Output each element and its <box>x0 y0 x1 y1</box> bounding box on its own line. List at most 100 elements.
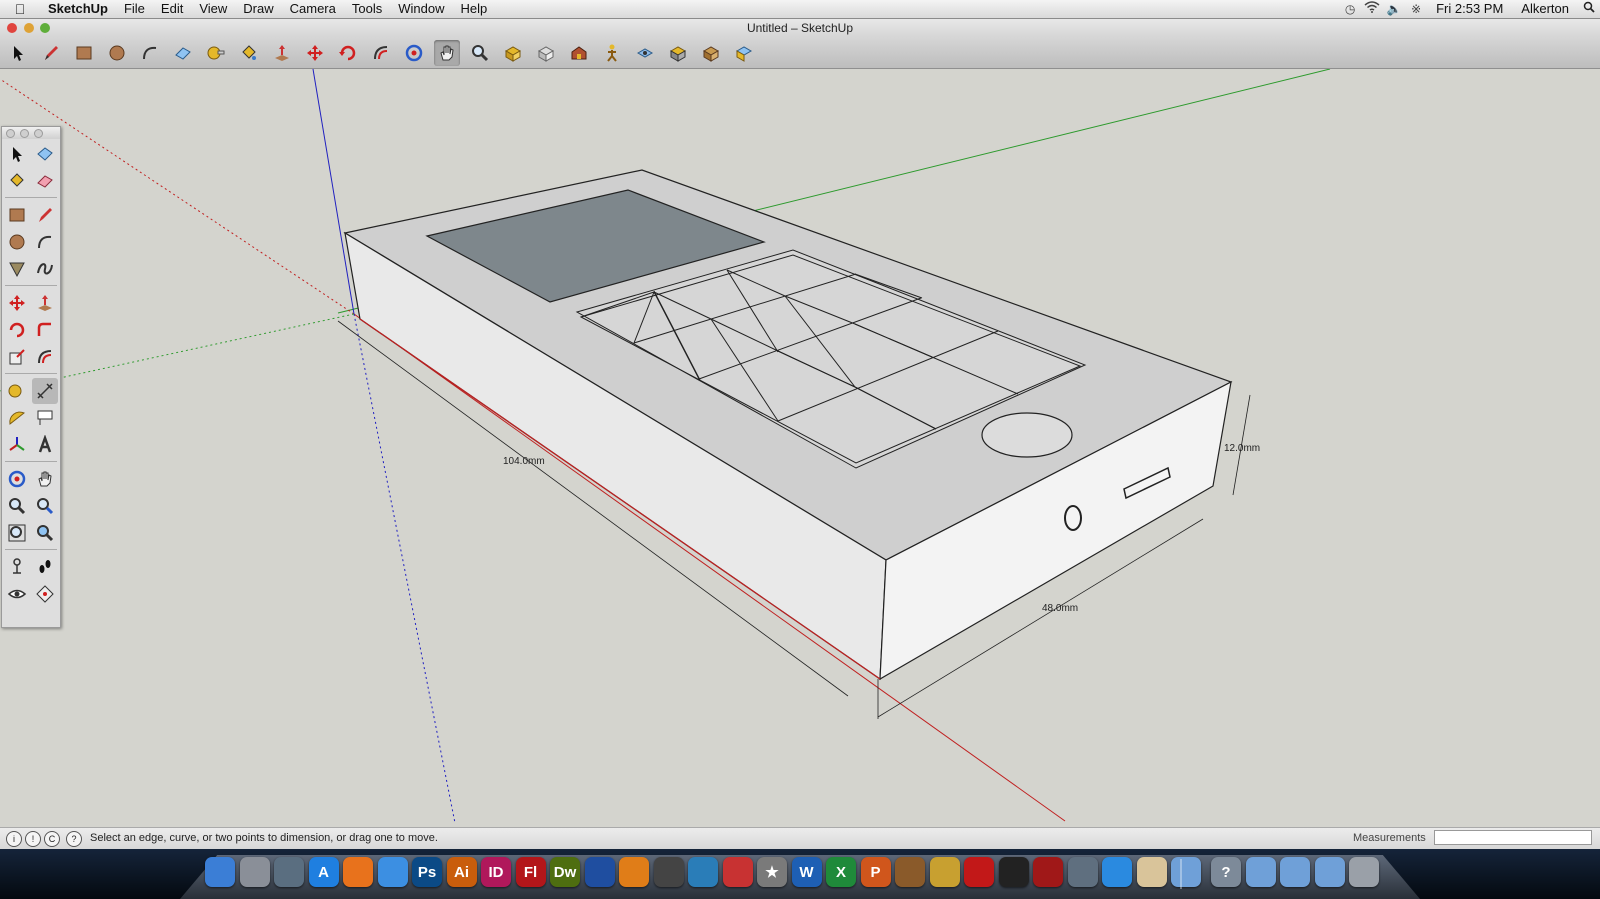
get-models-tool-button[interactable] <box>698 40 724 66</box>
apple-menu-icon[interactable]:  <box>0 1 40 17</box>
measurements-input[interactable] <box>1434 830 1592 845</box>
dock-blender-icon[interactable] <box>619 857 649 887</box>
rectangle-tool-button[interactable] <box>71 40 97 66</box>
dock-crowd-app-icon[interactable] <box>688 857 718 887</box>
palette-tape-measure-button[interactable] <box>4 378 30 404</box>
dock-finder-icon[interactable] <box>205 857 235 887</box>
palette-title-bar[interactable] <box>2 127 60 139</box>
dock-safari-icon[interactable] <box>377 857 408 887</box>
palette-3d-text-button[interactable] <box>32 432 58 458</box>
walk-tool-button[interactable] <box>599 40 625 66</box>
credits-icon[interactable]: ! <box>25 831 41 847</box>
palette-pencil-button[interactable] <box>32 202 58 228</box>
menubar-user[interactable]: Alkerton <box>1512 0 1578 18</box>
dimension-height-label[interactable]: 12.0mm <box>1224 443 1260 454</box>
dock-photoshop-icon[interactable]: Ps <box>412 857 442 887</box>
look-around-tool-button[interactable] <box>632 40 658 66</box>
dock-imovie-star-icon[interactable]: ★ <box>757 857 787 887</box>
dock-sketchup-pencil-icon[interactable] <box>722 857 753 887</box>
model-scene[interactable]: 104.0mm 48.0mm 12.0mm <box>0 69 1600 823</box>
dimension-height[interactable]: 12.0mm <box>1224 394 1260 496</box>
palette-move-button[interactable] <box>4 290 30 316</box>
bluetooth-icon[interactable]: ※ <box>1405 0 1427 18</box>
push-pull-tool-button[interactable] <box>269 40 295 66</box>
dock-illustrator-icon[interactable]: Ai <box>446 857 477 887</box>
palette-polygon-button[interactable] <box>4 256 30 282</box>
zoom-extents-tool-button[interactable] <box>500 40 526 66</box>
dock-dashboard-icon[interactable] <box>274 857 304 887</box>
dock-final-cut-icon[interactable] <box>653 857 684 887</box>
arc-tool-button[interactable] <box>137 40 163 66</box>
palette-position-camera-button[interactable] <box>4 554 30 580</box>
dock-firefox-icon[interactable] <box>343 857 373 887</box>
palette-rotate-button[interactable] <box>4 317 30 343</box>
menu-window[interactable]: Window <box>390 0 452 18</box>
palette-look-around-button[interactable] <box>4 581 30 607</box>
menu-camera[interactable]: Camera <box>282 0 344 18</box>
dock-excel-icon[interactable]: X <box>826 857 856 887</box>
eraser-tool-button[interactable] <box>170 40 196 66</box>
palette-zoom-button[interactable] <box>34 129 43 138</box>
palette-dimension-button[interactable] <box>32 378 58 404</box>
dock-garageband-icon[interactable] <box>895 857 925 887</box>
dock-downloads-folder-icon[interactable] <box>1314 857 1345 887</box>
dock-launchpad-icon[interactable] <box>239 857 270 887</box>
wifi-icon[interactable] <box>1361 0 1383 18</box>
dimension-width-label[interactable]: 48.0mm <box>1042 603 1078 614</box>
palette-zoom-button[interactable] <box>4 493 30 519</box>
palette-zoom-extents-button[interactable] <box>4 520 30 546</box>
dock-app-store-icon[interactable]: A <box>308 857 339 887</box>
palette-freehand-button[interactable] <box>32 256 58 282</box>
geolocation-icon[interactable]: i <box>6 831 22 847</box>
dock-photo-booth-icon[interactable] <box>1033 857 1063 887</box>
spotlight-search-icon[interactable] <box>1578 0 1600 18</box>
dock-app-wizard-icon[interactable] <box>929 857 960 887</box>
pan-tool-button[interactable] <box>434 40 460 66</box>
menu-file[interactable]: File <box>116 0 153 18</box>
offset-tool-button[interactable] <box>368 40 394 66</box>
dock-preview-icon[interactable] <box>1136 857 1167 887</box>
palette-orbit-button[interactable] <box>4 466 30 492</box>
menu-edit[interactable]: Edit <box>153 0 191 18</box>
section-plane-tool-button[interactable] <box>665 40 691 66</box>
position-camera-tool-button[interactable] <box>566 40 592 66</box>
dock-indesign-icon[interactable]: ID <box>481 857 511 887</box>
navigation-button[interactable] <box>981 412 1073 458</box>
palette-previous-button[interactable] <box>32 520 58 546</box>
previous-view-tool-button[interactable] <box>533 40 559 66</box>
palette-select-button[interactable] <box>4 141 30 167</box>
dock-applications-folder-icon[interactable] <box>1171 857 1201 887</box>
dock-word-icon[interactable]: W <box>791 857 822 887</box>
dock-soundbooth-icon[interactable] <box>584 857 615 887</box>
palette-walk-button[interactable] <box>32 554 58 580</box>
dock-itunes-icon[interactable] <box>1102 857 1132 887</box>
dock-apps-stack-icon[interactable] <box>1245 857 1276 887</box>
rotate-tool-button[interactable] <box>335 40 361 66</box>
orbit-tool-button[interactable] <box>401 40 427 66</box>
menu-help[interactable]: Help <box>452 0 495 18</box>
dock-dreamweaver-icon[interactable]: Dw <box>550 857 580 887</box>
palette-section-plane-button[interactable] <box>32 581 58 607</box>
palette-paint-bucket-button[interactable] <box>4 168 30 194</box>
dock-trash-icon[interactable] <box>1349 857 1379 887</box>
menu-app-sketchup[interactable]: SketchUp <box>40 0 116 18</box>
dock-documents-folder-icon[interactable] <box>1280 857 1310 887</box>
dock-iphoto-icon[interactable] <box>1067 857 1098 887</box>
palette-arc-button[interactable] <box>32 229 58 255</box>
menu-view[interactable]: View <box>191 0 235 18</box>
menu-tools[interactable]: Tools <box>344 0 390 18</box>
circle-tool-button[interactable] <box>104 40 130 66</box>
palette-pan-button[interactable] <box>32 466 58 492</box>
model-viewport[interactable]: 104.0mm 48.0mm 12.0mm <box>0 69 1600 823</box>
palette-axes-button[interactable] <box>4 432 30 458</box>
palette-close-button[interactable] <box>6 129 15 138</box>
time-machine-icon[interactable]: ◷ <box>1339 0 1361 18</box>
dock-help-icon[interactable]: ? <box>1211 857 1241 887</box>
move-tool-button[interactable] <box>302 40 328 66</box>
volume-icon[interactable]: 🔈 <box>1383 0 1405 18</box>
palette-rectangle-button[interactable] <box>4 202 30 228</box>
palette-minimize-button[interactable] <box>20 129 29 138</box>
palette-eraser-button[interactable] <box>32 168 58 194</box>
palette-component-button[interactable] <box>32 141 58 167</box>
palette-push-pull-button[interactable] <box>32 290 58 316</box>
